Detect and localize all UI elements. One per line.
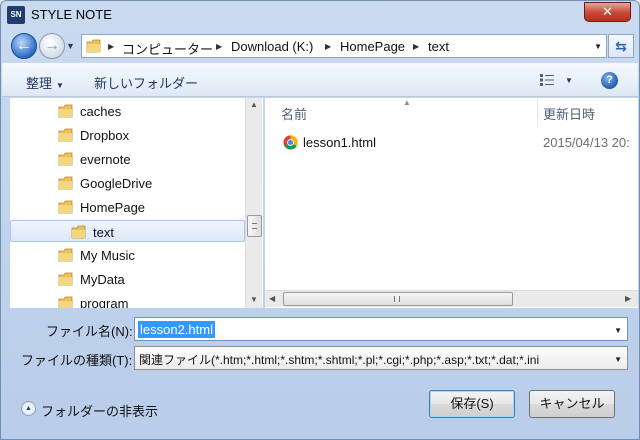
save-dialog-window: SN STYLE NOTE ✕ ← → ▼ ▶ コンピューター ▶ Downlo… [0, 0, 640, 440]
view-dropdown-icon[interactable]: ▼ [565, 76, 573, 85]
filetype-select[interactable]: 関連ファイル(*.htm;*.html;*.shtm;*.shtml;*.pl;… [134, 346, 628, 370]
nav-item-label: My Music [80, 248, 135, 263]
column-header-modified[interactable]: 更新日時 [543, 104, 595, 123]
column-divider[interactable] [537, 98, 538, 126]
folder-icon [58, 296, 73, 308]
nav-item-label: Dropbox [80, 128, 130, 143]
scroll-up-icon[interactable]: ▲ [250, 100, 258, 109]
filetype-label: ファイルの種類(T): [21, 353, 133, 368]
nav-item-label: caches [80, 104, 122, 119]
address-dropdown-icon[interactable]: ▼ [594, 42, 602, 51]
organize-menu[interactable]: 整理 ▼ [26, 73, 64, 92]
nav-item[interactable]: text [10, 220, 245, 242]
nav-item[interactable]: caches [10, 100, 245, 122]
scroll-thumb[interactable] [283, 292, 513, 306]
breadcrumb-homepage[interactable]: HomePage [340, 39, 405, 54]
hide-folders-label: フォルダーの非表示 [41, 404, 159, 419]
nav-item[interactable]: GoogleDrive [10, 172, 245, 194]
filetype-value: 関連ファイル(*.htm;*.html;*.shtm;*.shtml;*.pl;… [139, 353, 540, 367]
history-dropdown-icon[interactable]: ▼ [66, 41, 75, 51]
app-icon: SN [7, 6, 25, 24]
folder-icon [86, 39, 101, 53]
nav-item[interactable]: Dropbox [10, 124, 245, 146]
file-modified-date: 2015/04/13 20: [543, 135, 630, 150]
filename-value: lesson2.html [138, 321, 215, 338]
breadcrumb-arrow-icon[interactable]: ▶ [216, 42, 222, 51]
navigation-scrollbar[interactable]: ▲ ▼ [245, 98, 262, 308]
filetype-dropdown-icon[interactable]: ▼ [614, 355, 622, 364]
scroll-right-icon[interactable]: ▶ [625, 294, 631, 303]
nav-item-label: GoogleDrive [80, 176, 153, 191]
title-bar: SN STYLE NOTE ✕ [1, 1, 639, 29]
folder-icon [58, 104, 73, 118]
save-button[interactable]: 保存(S) [429, 390, 515, 418]
file-list-pane: ▲ 名前 更新日時 lesson1.html 2015/04/13 20: [265, 98, 638, 308]
forward-button[interactable]: → [39, 33, 65, 59]
nav-item[interactable]: evernote [10, 148, 245, 170]
folder-icon [58, 272, 73, 286]
folder-icon [58, 248, 73, 262]
command-bar: 整理 ▼ 新しいフォルダー ▼ ? [2, 63, 638, 97]
breadcrumb-arrow-icon[interactable]: ▶ [325, 42, 331, 51]
filename-dropdown-icon[interactable]: ▼ [614, 326, 622, 335]
chrome-icon [283, 135, 298, 150]
breadcrumb-computer[interactable]: コンピューター [122, 39, 213, 58]
nav-item-label: evernote [80, 152, 131, 167]
nav-item[interactable]: My Music [10, 244, 245, 266]
organize-label: 整理 [26, 76, 53, 91]
file-list-scrollbar[interactable]: ◀ ▶ [265, 290, 638, 307]
folder-icon [58, 128, 73, 142]
filename-label: ファイル名(N): [46, 324, 133, 339]
nav-item-label: program [80, 296, 129, 308]
navigation-pane: caches Dropbox evernote GoogleDrive HomePage… [10, 98, 263, 308]
refresh-button[interactable]: ⇆ [608, 34, 634, 58]
folder-icon [58, 152, 73, 166]
help-icon[interactable]: ? [601, 72, 618, 89]
file-row[interactable]: lesson1.html 2015/04/13 20: [265, 131, 638, 153]
chevron-down-icon: ▼ [56, 81, 64, 90]
column-header-name[interactable]: 名前 [281, 104, 307, 123]
address-bar[interactable]: ▶ コンピューター ▶ Download (K:) ▶ HomePage ▶ t… [81, 34, 607, 58]
new-folder-button[interactable]: 新しいフォルダー [94, 73, 198, 92]
sort-indicator-icon: ▲ [403, 98, 411, 107]
folder-icon [71, 225, 86, 239]
nav-item-label: HomePage [80, 200, 146, 215]
breadcrumb-download[interactable]: Download (K:) [231, 39, 313, 54]
breadcrumb-arrow-icon[interactable]: ▶ [108, 42, 114, 51]
folder-icon [58, 176, 73, 190]
breadcrumb-arrow-icon[interactable]: ▶ [413, 42, 419, 51]
nav-item-label: text [93, 225, 114, 240]
filename-field[interactable]: lesson2.html ▼ [134, 317, 628, 341]
close-button[interactable]: ✕ [584, 2, 631, 22]
collapse-icon: ▲ [21, 401, 36, 416]
cancel-button[interactable]: キャンセル [529, 390, 615, 418]
view-options-icon[interactable] [540, 74, 554, 86]
folder-icon [58, 200, 73, 214]
nav-item[interactable]: HomePage [10, 196, 245, 218]
window-title: STYLE NOTE [31, 7, 112, 22]
scroll-left-icon[interactable]: ◀ [269, 294, 275, 303]
file-name: lesson1.html [303, 135, 376, 150]
scroll-down-icon[interactable]: ▼ [250, 295, 258, 304]
breadcrumb-text[interactable]: text [428, 39, 449, 54]
nav-item-label: MyData [80, 272, 125, 287]
scroll-thumb[interactable] [247, 215, 262, 237]
back-button[interactable]: ← [11, 33, 37, 59]
nav-item[interactable]: MyData [10, 268, 245, 290]
nav-item[interactable]: program [10, 292, 245, 308]
